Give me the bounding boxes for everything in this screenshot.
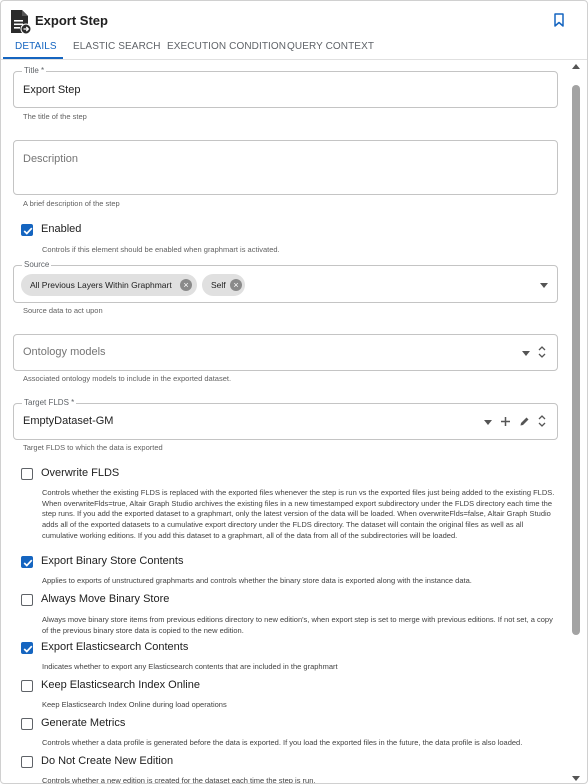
keep-elasticsearch-online-label: Keep Elasticsearch Index Online [41, 679, 200, 691]
generate-metrics-checkbox[interactable] [21, 718, 33, 730]
do-not-create-new-edition-description: Controls whether a new edition is create… [42, 776, 316, 784]
source-hint: Source data to act upon [23, 306, 103, 315]
title-hint: The title of the step [23, 112, 87, 121]
chevron-down-icon[interactable] [540, 283, 548, 288]
ontology-models-select[interactable]: Ontology models [13, 334, 558, 371]
do-not-create-new-edition-label: Do Not Create New Edition [41, 755, 174, 767]
document-export-icon [11, 10, 32, 35]
overwrite-flds-checkbox[interactable] [21, 468, 33, 480]
chevron-down-icon[interactable] [522, 351, 530, 356]
chip-remove-icon[interactable]: × [230, 279, 242, 291]
keep-elasticsearch-online-checkbox[interactable] [21, 680, 33, 692]
sort-unfold-icon[interactable] [538, 414, 546, 428]
enabled-label: Enabled [41, 223, 82, 235]
panel-header: Export Step [1, 1, 587, 37]
always-move-binary-store-checkbox[interactable] [21, 594, 33, 606]
target-flds-hint: Target FLDS to which the data is exporte… [23, 443, 163, 452]
target-flds-value: EmptyDataset-GM [23, 415, 114, 427]
tab-execution-condition[interactable]: EXECUTION CONDITION [167, 41, 286, 52]
chip-label: All Previous Layers Within Graphmart [30, 280, 172, 290]
chevron-down-icon[interactable] [484, 420, 492, 425]
source-select[interactable]: Source All Previous Layers Within Graphm… [13, 260, 558, 303]
add-icon[interactable] [500, 416, 511, 427]
enabled-hint: Controls if this element should be enabl… [42, 245, 280, 254]
export-binary-store-description: Applies to exports of unstructured graph… [42, 576, 472, 585]
ontology-hint: Associated ontology models to include in… [23, 374, 232, 383]
title-field-label: Title * [22, 66, 47, 76]
scroll-down-arrow-icon[interactable] [572, 776, 580, 781]
always-move-binary-store-description: Always move binary store items from prev… [42, 615, 553, 635]
overwrite-flds-label: Overwrite FLDS [41, 467, 120, 479]
scroll-up-arrow-icon[interactable] [572, 64, 580, 69]
tab-bar: DETAILS ELASTIC SEARCH EXECUTION CONDITI… [1, 37, 587, 59]
export-step-panel: Export Step DETAILS ELASTIC SEARCH EXECU… [0, 0, 588, 784]
description-field[interactable]: Description [13, 140, 558, 195]
checkmark-icon [23, 227, 33, 235]
source-chip-self: Self × [202, 274, 245, 296]
generate-metrics-label: Generate Metrics [41, 717, 126, 729]
checkmark-icon [23, 559, 33, 567]
always-move-binary-store-label: Always Move Binary Store [41, 593, 170, 605]
sort-unfold-icon[interactable] [538, 345, 546, 359]
description-placeholder: Description [23, 153, 79, 165]
export-binary-store-checkbox[interactable] [21, 556, 33, 568]
checkmark-icon [23, 645, 33, 653]
source-label: Source [22, 260, 52, 270]
scrollbar-thumb[interactable] [572, 85, 580, 635]
generate-metrics-description: Controls whether a data profile is gener… [42, 738, 523, 747]
tab-details[interactable]: DETAILS [15, 41, 57, 52]
export-elasticsearch-description: Indicates whether to export any Elastics… [42, 662, 338, 671]
edit-pencil-icon[interactable] [519, 416, 530, 427]
target-flds-select[interactable]: Target FLDS * EmptyDataset-GM [13, 398, 558, 440]
bookmark-icon[interactable] [553, 13, 565, 27]
ontology-placeholder: Ontology models [23, 346, 106, 358]
export-elasticsearch-label: Export Elasticsearch Contents [41, 641, 189, 653]
chip-label: Self [211, 280, 226, 290]
export-binary-store-label: Export Binary Store Contents [41, 555, 184, 567]
tab-query-context[interactable]: QUERY CONTEXT [287, 41, 374, 52]
overwrite-flds-description: Controls whether the existing FLDS is re… [42, 488, 555, 540]
page-title: Export Step [35, 13, 108, 28]
enabled-checkbox[interactable] [21, 224, 33, 236]
description-hint: A brief description of the step [23, 199, 120, 208]
target-flds-label: Target FLDS * [22, 398, 77, 408]
keep-elasticsearch-online-description: Keep Elasticsearch Index Online during l… [42, 700, 227, 709]
title-input-value[interactable]: Export Step [23, 84, 80, 96]
title-field[interactable]: Title * Export Step [13, 66, 558, 108]
tabs-divider [1, 59, 587, 60]
source-chip-all-previous-layers: All Previous Layers Within Graphmart × [21, 274, 197, 296]
do-not-create-new-edition-checkbox[interactable] [21, 756, 33, 768]
export-elasticsearch-checkbox[interactable] [21, 642, 33, 654]
tab-elastic-search[interactable]: ELASTIC SEARCH [73, 41, 161, 52]
chip-remove-icon[interactable]: × [180, 279, 192, 291]
